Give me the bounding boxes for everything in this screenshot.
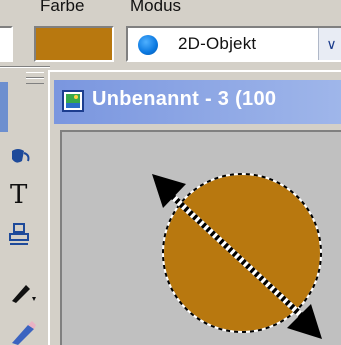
canvas-shape-layer [152,173,322,339]
